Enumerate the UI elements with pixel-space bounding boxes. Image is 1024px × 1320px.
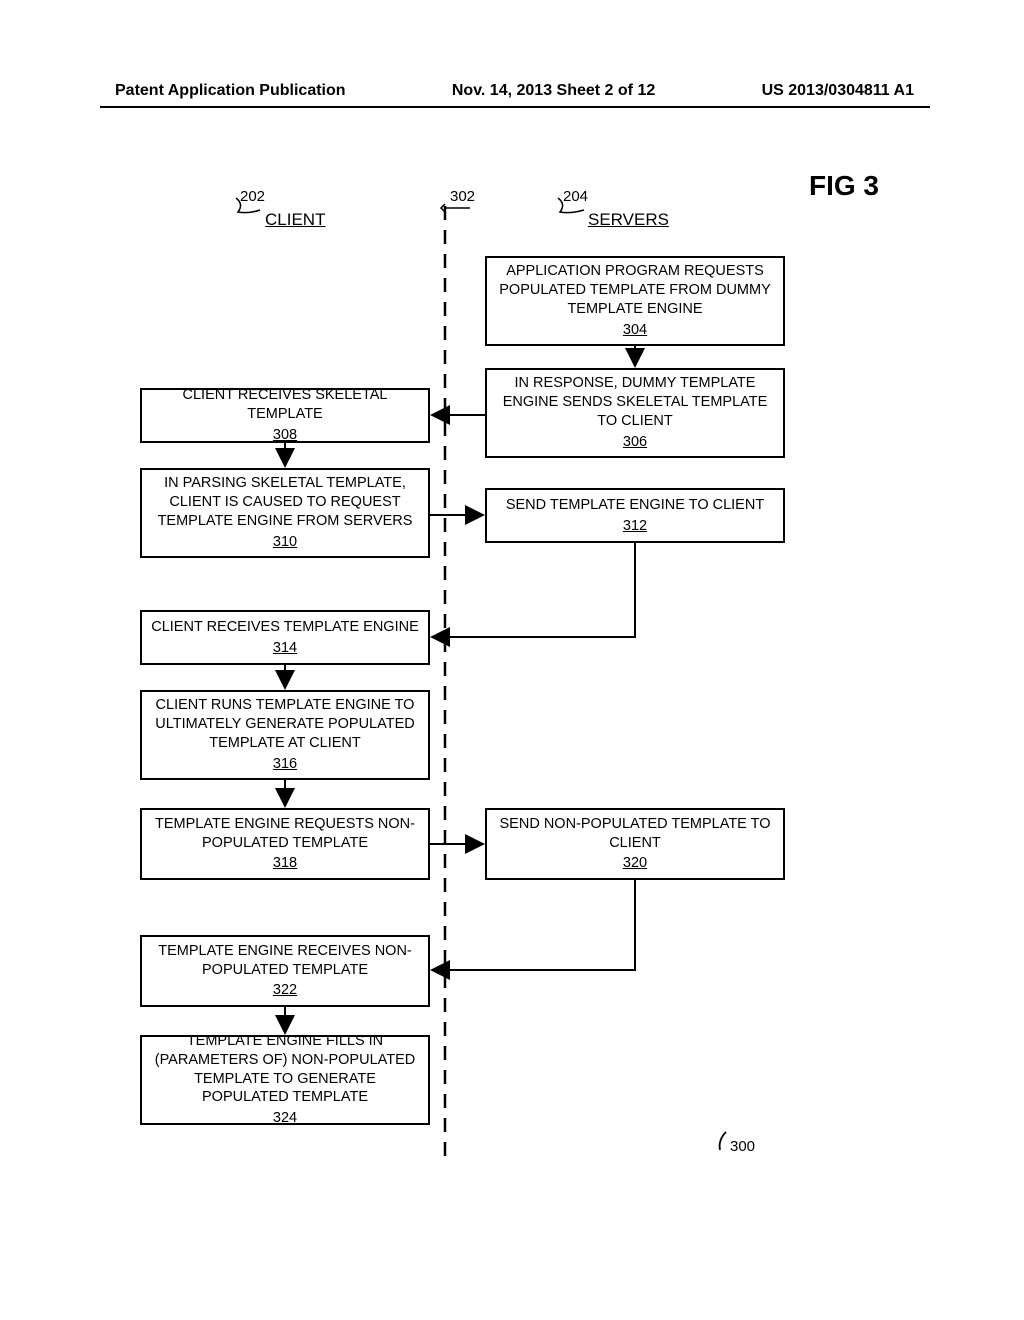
figure-area: FIG 3 CLIENT SERVERS 202 302 204 300 APP… [0,160,1024,1260]
servers-swimlane-header: SERVERS [588,210,669,230]
box-310-text: IN PARSING SKELETAL TEMPLATE, CLIENT IS … [150,474,420,531]
ref-divider: 302 [450,188,475,205]
header-right: US 2013/0304811 A1 [762,82,914,100]
box-316-num: 316 [273,755,297,774]
box-306: IN RESPONSE, DUMMY TEMPLATE ENGINE SENDS… [485,368,785,458]
box-316-text: CLIENT RUNS TEMPLATE ENGINE TO ULTIMATEL… [150,696,420,753]
box-322-num: 322 [273,981,297,1000]
ref-overall: 300 [730,1138,755,1155]
header-left: Patent Application Publication [115,82,346,100]
box-306-text: IN RESPONSE, DUMMY TEMPLATE ENGINE SENDS… [495,374,775,431]
box-314: CLIENT RECEIVES TEMPLATE ENGINE 314 [140,610,430,665]
box-312: SEND TEMPLATE ENGINE TO CLIENT 312 [485,488,785,543]
box-320-num: 320 [623,854,647,873]
ref-servers: 204 [563,188,588,205]
box-308: CLIENT RECEIVES SKELETAL TEMPLATE 308 [140,388,430,443]
box-314-text: CLIENT RECEIVES TEMPLATE ENGINE [151,618,419,637]
figure-title: FIG 3 [809,170,879,202]
box-318: TEMPLATE ENGINE REQUESTS NON-POPULATED T… [140,808,430,880]
box-318-text: TEMPLATE ENGINE REQUESTS NON-POPULATED T… [150,815,420,853]
box-320: SEND NON-POPULATED TEMPLATE TO CLIENT 32… [485,808,785,880]
box-304-text: APPLICATION PROGRAM REQUESTS POPULATED T… [495,262,775,319]
header-rule [100,106,930,108]
box-324-num: 324 [273,1109,297,1128]
box-304: APPLICATION PROGRAM REQUESTS POPULATED T… [485,256,785,346]
box-320-text: SEND NON-POPULATED TEMPLATE TO CLIENT [495,815,775,853]
box-312-text: SEND TEMPLATE ENGINE TO CLIENT [506,496,764,515]
box-318-num: 318 [273,854,297,873]
box-322-text: TEMPLATE ENGINE RECEIVES NON-POPULATED T… [150,942,420,980]
box-308-text: CLIENT RECEIVES SKELETAL TEMPLATE [150,386,420,424]
header-center: Nov. 14, 2013 Sheet 2 of 12 [452,82,655,100]
box-322: TEMPLATE ENGINE RECEIVES NON-POPULATED T… [140,935,430,1007]
box-324-text: TEMPLATE ENGINE FILLS IN (PARAMETERS OF)… [150,1032,420,1107]
box-310: IN PARSING SKELETAL TEMPLATE, CLIENT IS … [140,468,430,558]
box-316: CLIENT RUNS TEMPLATE ENGINE TO ULTIMATEL… [140,690,430,780]
box-304-num: 304 [623,321,647,340]
box-312-num: 312 [623,517,647,536]
box-308-num: 308 [273,426,297,445]
box-306-num: 306 [623,433,647,452]
ref-client: 202 [240,188,265,205]
page-header: Patent Application Publication Nov. 14, … [0,82,1024,100]
box-324: TEMPLATE ENGINE FILLS IN (PARAMETERS OF)… [140,1035,430,1125]
box-310-num: 310 [273,533,297,552]
client-swimlane-header: CLIENT [265,210,325,230]
box-314-num: 314 [273,639,297,658]
